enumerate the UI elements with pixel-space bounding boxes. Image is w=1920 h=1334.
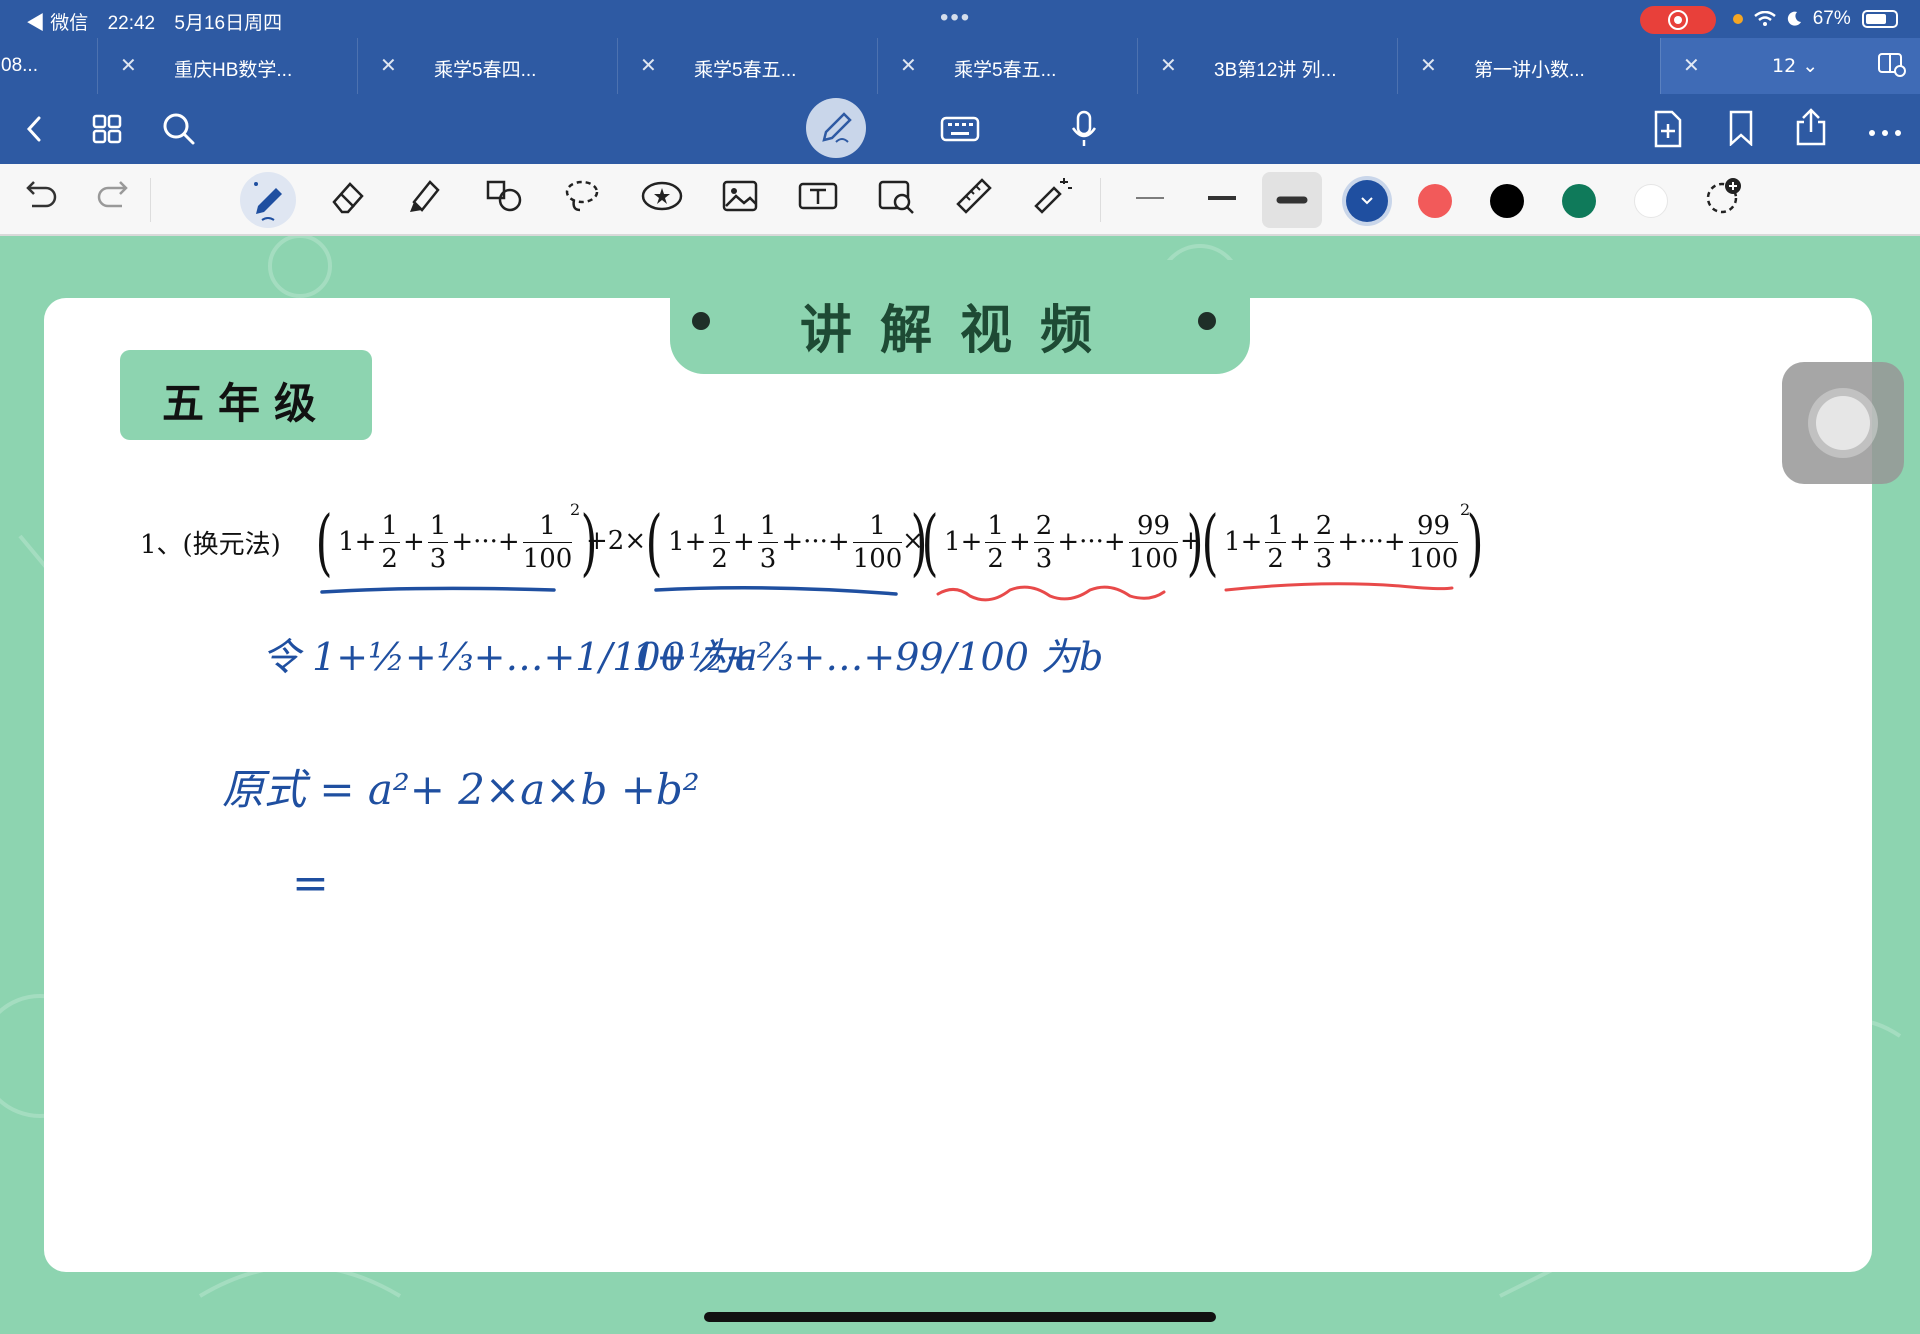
handwriting-line-2: 原式 = a²+ 2×a×b +b²	[222, 765, 700, 814]
red-wavy-underline-1	[936, 585, 1166, 602]
red-underline-2	[1224, 582, 1454, 592]
blue-underline-2	[654, 586, 898, 596]
home-indicator[interactable]	[704, 1312, 1216, 1322]
blue-underline-1	[320, 586, 556, 594]
handwriting-line-3: =	[292, 858, 329, 909]
handwriting-line-1b: 1+½+⅔+…+99/100 为b	[632, 635, 1104, 679]
